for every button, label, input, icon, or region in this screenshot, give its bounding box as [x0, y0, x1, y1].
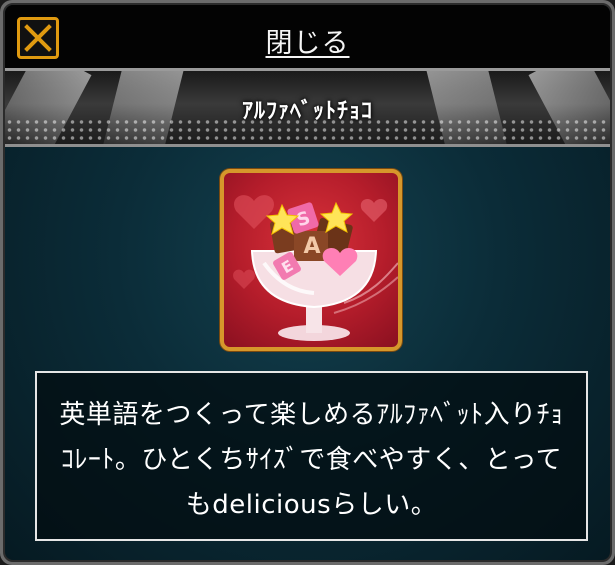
close-label-link[interactable]: 閉じる	[5, 21, 610, 60]
item-title-banner: ｱﾙﾌｧﾍﾞｯﾄﾁｮｺ	[5, 71, 610, 147]
dialog-header: 閉じる	[5, 5, 610, 71]
item-detail-dialog: 閉じる ｱﾙﾌｧﾍﾞｯﾄﾁｮｺ S A E 英単語をつくって楽しめるｱﾙﾌｧﾍﾞ…	[3, 3, 612, 562]
item-description-box: 英単語をつくって楽しめるｱﾙﾌｧﾍﾞｯﾄ入りﾁｮｺﾚｰﾄ。ひとくちｻｲｽﾞで食べ…	[35, 371, 588, 541]
letter-a: A	[303, 234, 320, 259]
item-icon-frame: S A E	[220, 169, 402, 351]
item-name: ｱﾙﾌｧﾍﾞｯﾄﾁｮｺ	[241, 99, 373, 124]
dialog-frame: 閉じる ｱﾙﾌｧﾍﾞｯﾄﾁｮｺ S A E 英単語をつくって楽しめるｱﾙﾌｧﾍﾞ…	[0, 0, 615, 565]
alphabet-chocolate-parfait-icon: S A E	[233, 195, 398, 341]
item-description: 英単語をつくって楽しめるｱﾙﾌｧﾍﾞｯﾄ入りﾁｮｺﾚｰﾄ。ひとくちｻｲｽﾞで食べ…	[59, 400, 564, 520]
